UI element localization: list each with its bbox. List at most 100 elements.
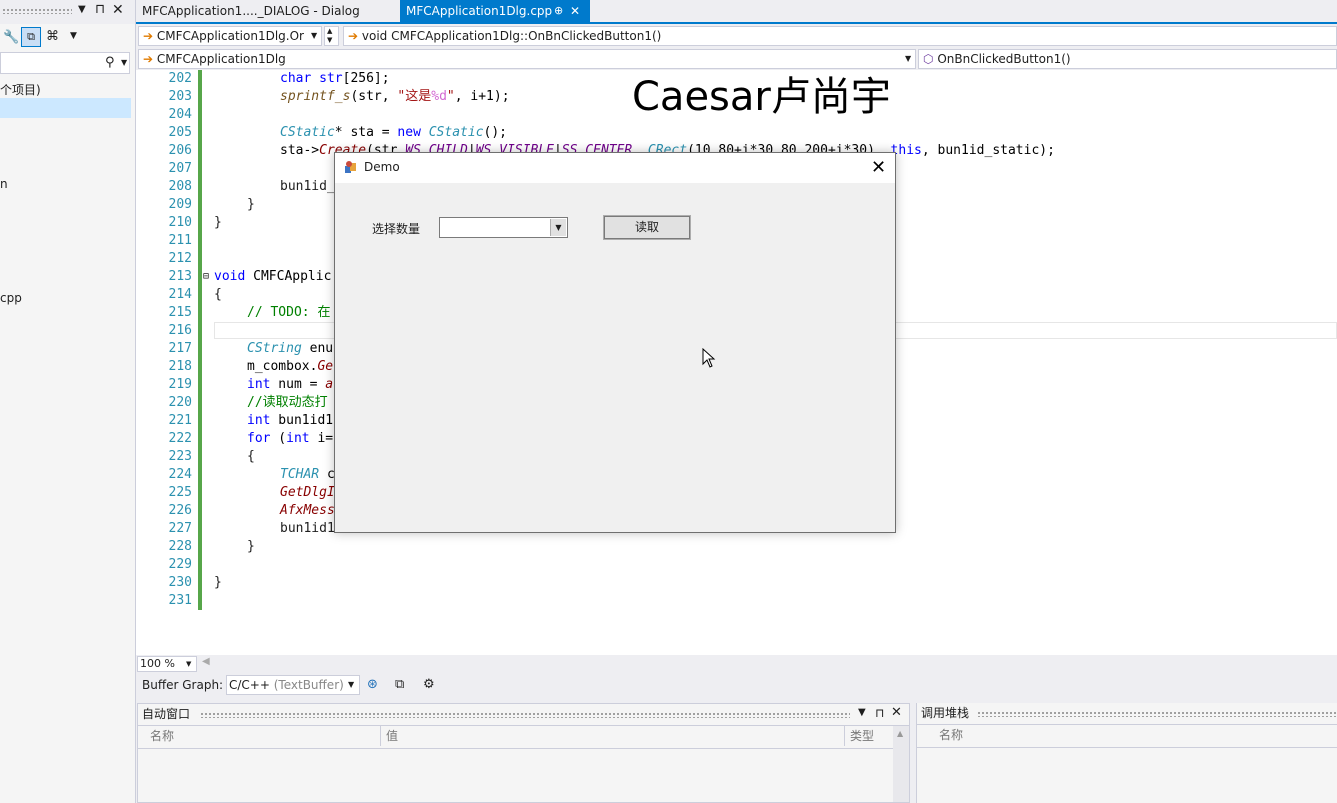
arrow-icon: ➔ (348, 29, 359, 43)
line-number: 209 (168, 197, 192, 212)
column-header-type[interactable]: 类型 (850, 726, 874, 746)
solution-explorer-toolbar: 🔧 ⧉ ⌘ ▼ (0, 26, 135, 50)
app-icon (345, 161, 356, 173)
copy-graph-icon[interactable]: ⧉ (395, 677, 404, 692)
dialog-close-icon[interactable]: ✕ (871, 157, 886, 178)
vertical-scrollbar[interactable]: ▲ (893, 726, 909, 802)
line-number: 212 (168, 251, 192, 266)
tab-dialog-resource[interactable]: MFCApplication1...._DIALOG - Dialog (136, 0, 398, 22)
search-icon: ⚲ (105, 55, 115, 70)
solution-explorer-panel (0, 0, 136, 803)
code-line-209: } (247, 197, 255, 212)
editor-status-strip (136, 655, 1337, 673)
member-combo[interactable]: ➔ void CMFCApplication1Dlg::OnBnClickedB… (343, 26, 1337, 46)
solution-search-input[interactable]: ⚲ ▼ (0, 52, 130, 74)
autos-title: 自动窗口 (142, 707, 191, 721)
code-line-227: bun1id1 (280, 521, 335, 536)
pin-icon[interactable]: ⊕ (554, 0, 563, 22)
code-line-215: // TODO: 在 (247, 305, 331, 320)
autos-header-row (138, 725, 909, 749)
project-combo-value: CMFCApplication1Dlg.Or (156, 29, 304, 43)
read-button[interactable]: 读取 (603, 215, 691, 240)
tree-item[interactable]: 个项目) (0, 81, 41, 98)
line-number: 202 (168, 71, 192, 86)
panel-menu-icon[interactable]: ▼ (858, 707, 866, 718)
line-number: 206 (168, 143, 192, 158)
scroll-spinner[interactable]: ▲ ▼ (324, 26, 339, 46)
class-combo-value: CMFCApplication1Dlg (156, 52, 286, 66)
column-divider[interactable] (844, 726, 845, 746)
scroll-up-icon[interactable]: ▲ (897, 729, 903, 738)
buffer-type-value: C/C++ (229, 678, 270, 692)
project-combo[interactable]: ➔ CMFCApplication1Dlg.Or ▼ (138, 26, 322, 46)
close-icon[interactable]: ✕ (112, 2, 124, 18)
column-divider[interactable] (380, 726, 381, 746)
line-number: 226 (168, 503, 192, 518)
code-line-219: int num = a (247, 377, 334, 392)
zoom-combo[interactable]: 100 % ▼ (137, 656, 197, 672)
line-number: 215 (168, 305, 192, 320)
close-icon[interactable]: ✕ (891, 705, 902, 720)
mouse-cursor-icon (702, 348, 716, 368)
dialog-title: Demo (364, 160, 400, 174)
member-combo-value: void CMFCApplication1Dlg::OnBnClickedBut… (361, 29, 662, 43)
line-number: 210 (168, 215, 192, 230)
buffer-type-combo[interactable]: C/C++ (TextBuffer) ▼ (226, 675, 360, 695)
settings-graph-icon[interactable]: ⚙ (423, 677, 435, 692)
zoom-value: 100 % (140, 657, 175, 670)
code-line-217: CString enu (247, 341, 334, 356)
line-number: 217 (168, 341, 192, 356)
line-number: 229 (168, 557, 192, 572)
line-number: 203 (168, 89, 192, 104)
chevron-down-icon[interactable]: ▼ (550, 219, 566, 236)
arrow-icon: ➔ (143, 29, 154, 43)
tree-item-selected[interactable] (0, 98, 131, 118)
drag-grip[interactable] (977, 711, 1337, 717)
line-number: 225 (168, 485, 192, 500)
change-tracking-bar (198, 70, 202, 610)
quantity-combo[interactable]: ▼ (439, 217, 568, 238)
column-header-name[interactable]: 名称 (150, 726, 174, 746)
chevron-down-icon: ▼ (186, 660, 192, 668)
navigation-bar: ➔ CMFCApplication1Dlg.Or ▼ ▲ ▼ ➔ void CMF… (136, 24, 1337, 48)
line-number: 218 (168, 359, 192, 374)
autos-window: 自动窗口 ▼ ⊓ ✕ 名称 值 类型 ▲ (137, 703, 910, 803)
code-line-224: TCHAR c (280, 467, 335, 482)
refresh-graph-icon[interactable]: ⊛ (367, 677, 378, 692)
tab-label: MFCApplication1...._DIALOG - Dialog (142, 4, 360, 18)
pin-icon[interactable]: ⊓ (875, 706, 884, 720)
wrench-icon[interactable]: 🔧 (3, 30, 19, 45)
code-line-222: for (int i= (247, 431, 334, 446)
chevron-down-icon[interactable]: ▼ (70, 31, 77, 41)
line-number: 214 (168, 287, 192, 302)
scroll-left-icon[interactable]: ◀ (202, 656, 210, 667)
hierarchy-icon[interactable]: ⌘ (46, 29, 59, 44)
call-stack-title: 调用堆栈 (921, 706, 970, 720)
chevron-down-icon[interactable]: ▼ (121, 58, 127, 67)
column-header-value[interactable]: 值 (386, 726, 398, 746)
code-line-205: CStatic* sta = new CStatic(); (280, 125, 508, 140)
tree-item[interactable]: n (0, 177, 8, 191)
drag-grip[interactable] (2, 8, 72, 14)
column-header-name[interactable]: 名称 (939, 725, 963, 745)
chevron-down-icon: ▼ (348, 680, 355, 689)
function-combo[interactable]: ⬡ OnBnClickedButton1() (918, 49, 1337, 69)
tree-item[interactable]: cpp (0, 291, 22, 305)
dialog-title-bar[interactable]: Demo ✕ (335, 153, 895, 183)
buffer-graph-label: Buffer Graph: (142, 678, 224, 692)
code-line-213: void CMFCApplic (214, 269, 332, 284)
close-icon[interactable]: ✕ (570, 0, 580, 22)
document-tab-bar: MFCApplication1...._DIALOG - Dialog MFCA… (136, 0, 1337, 24)
tab-cpp-file[interactable]: MFCApplication1Dlg.cpp ⊕ ✕ (400, 0, 590, 22)
method-icon: ⬡ (923, 52, 934, 66)
sync-view-icon[interactable]: ⧉ (21, 27, 41, 47)
code-line-225: GetDlgI (280, 485, 335, 500)
drag-grip[interactable] (200, 712, 850, 718)
collapse-icon[interactable]: ⊟ (203, 268, 209, 286)
code-line-220: //读取动态打 (247, 395, 328, 410)
line-number: 224 (168, 467, 192, 482)
pin-icon[interactable]: ⊓ (95, 2, 105, 17)
panel-menu-icon[interactable]: ▼ (78, 4, 86, 15)
chevron-down-icon: ▼ (311, 31, 318, 40)
line-number: 219 (168, 377, 192, 392)
